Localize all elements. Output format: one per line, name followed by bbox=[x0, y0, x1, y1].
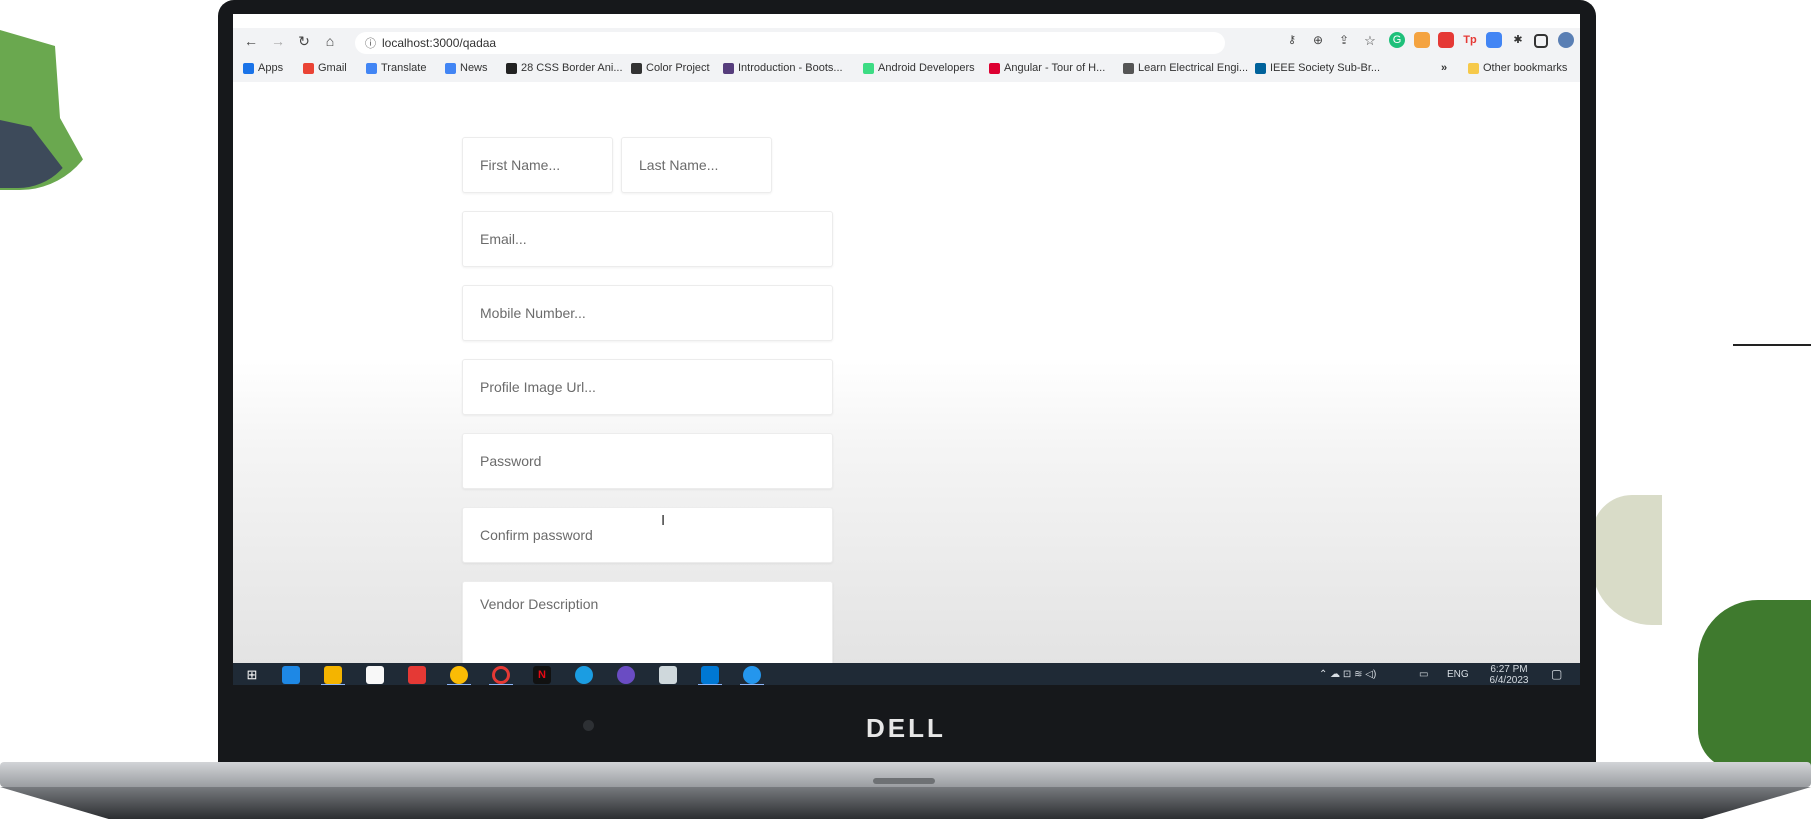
brand-logo: DELL bbox=[866, 713, 946, 743]
share-icon[interactable]: ⇪ bbox=[1335, 33, 1353, 47]
bookmark-css-border[interactable]: 28 CSS Border Ani... bbox=[506, 62, 623, 74]
last-name-field[interactable]: Last Name... bbox=[621, 137, 772, 193]
password-field[interactable]: Password bbox=[462, 433, 833, 489]
translate-icon bbox=[366, 62, 377, 74]
bookmark-gmail[interactable]: Gmail bbox=[303, 62, 347, 74]
bookmark-electrical[interactable]: Learn Electrical Engi... bbox=[1123, 62, 1248, 74]
battery-icon[interactable]: ▭ bbox=[1419, 669, 1428, 680]
clock[interactable]: 6:27 PM 6/4/2023 bbox=[1477, 664, 1541, 685]
angular-icon bbox=[989, 62, 1000, 74]
extension-tp-icon[interactable]: Tp bbox=[1462, 32, 1478, 48]
reload-icon[interactable]: ↻ bbox=[295, 33, 313, 50]
extension-cookie-icon[interactable] bbox=[1414, 32, 1430, 48]
clock-time: 6:27 PM bbox=[1490, 664, 1528, 675]
running-indicator bbox=[321, 684, 345, 685]
menu-kebab-icon[interactable]: ⋮ bbox=[1579, 32, 1580, 49]
address-bar-url: localhost:3000/qadaa bbox=[382, 36, 497, 50]
bookmark-angular[interactable]: Angular - Tour of H... bbox=[989, 62, 1105, 74]
docker-icon[interactable] bbox=[743, 666, 761, 684]
webcam bbox=[583, 720, 594, 731]
bookmark-news[interactable]: News bbox=[445, 62, 488, 74]
decorative-line bbox=[1733, 344, 1811, 346]
opera-icon[interactable] bbox=[492, 666, 510, 684]
bookmarks-overflow[interactable]: » bbox=[1441, 62, 1447, 74]
language-indicator[interactable]: ENG bbox=[1447, 669, 1469, 680]
mobile-number-field[interactable]: Mobile Number... bbox=[462, 285, 833, 341]
address-bar[interactable]: ⓘ localhost:3000/qadaa bbox=[355, 32, 1225, 54]
electrical-icon bbox=[1123, 62, 1134, 74]
laptop-screen: ← → ↻ ⌂ ⓘ localhost:3000/qadaa ⚷ ⊕ ⇪ ☆ G … bbox=[233, 14, 1580, 685]
profile-image-url-field[interactable]: Profile Image Url... bbox=[462, 359, 833, 415]
text-cursor-icon: I bbox=[661, 512, 666, 529]
bookmark-color-project[interactable]: Color Project bbox=[631, 62, 710, 74]
confirm-password-field[interactable]: Confirm password bbox=[462, 507, 833, 563]
email-field[interactable]: Email... bbox=[462, 211, 833, 267]
bookmark-star-icon[interactable]: ☆ bbox=[1361, 33, 1379, 49]
vendor-description-field[interactable]: Vendor Description bbox=[462, 581, 833, 671]
bootstrap-icon bbox=[723, 62, 734, 74]
running-indicator bbox=[447, 684, 471, 685]
laptop-hinge bbox=[873, 778, 935, 784]
bookmark-android[interactable]: Android Developers bbox=[863, 62, 975, 74]
browser-toolbar: ← → ↻ ⌂ ⓘ localhost:3000/qadaa ⚷ ⊕ ⇪ ☆ G … bbox=[233, 28, 1580, 58]
youtube-extension-icon[interactable] bbox=[1438, 32, 1454, 48]
bookmark-bootstrap[interactable]: Introduction - Boots... bbox=[723, 62, 843, 74]
running-indicator bbox=[489, 684, 513, 685]
forward-icon[interactable]: → bbox=[269, 33, 287, 49]
clock-date: 6/4/2023 bbox=[1489, 675, 1529, 685]
mail-icon[interactable] bbox=[282, 666, 300, 684]
home-icon[interactable]: ⌂ bbox=[321, 33, 339, 49]
netflix-icon[interactable]: N bbox=[533, 666, 551, 684]
gift-icon[interactable] bbox=[408, 666, 426, 684]
key-icon[interactable]: ⚷ bbox=[1283, 33, 1301, 46]
extensions-puzzle-icon[interactable]: ✱ bbox=[1510, 32, 1526, 48]
store-icon[interactable] bbox=[366, 666, 384, 684]
bookmark-apps[interactable]: Apps bbox=[243, 62, 283, 74]
profile-avatar[interactable] bbox=[1558, 32, 1574, 48]
apps-grid-icon bbox=[243, 62, 254, 74]
network-app-icon[interactable] bbox=[659, 666, 677, 684]
page-content: First Name... Last Name... Email... Mobi… bbox=[233, 82, 1580, 671]
system-tray-icons[interactable]: ⌃ ☁ ⊡ ≋ ◁) bbox=[1319, 669, 1376, 680]
translate-extension-icon[interactable] bbox=[1486, 32, 1502, 48]
decorative-plant-green bbox=[1698, 600, 1811, 770]
bookmark-translate[interactable]: Translate bbox=[366, 62, 426, 74]
folder-icon bbox=[1468, 62, 1479, 74]
laptop-base-lip bbox=[0, 787, 1811, 819]
notifications-icon[interactable]: ▢ bbox=[1551, 667, 1562, 681]
css-icon bbox=[506, 62, 517, 74]
bookmarks-bar: Apps Gmail Translate News 28 CSS Border … bbox=[233, 58, 1580, 83]
side-panel-icon[interactable] bbox=[1534, 34, 1548, 48]
gmail-icon bbox=[303, 62, 314, 74]
running-indicator bbox=[698, 684, 722, 685]
start-icon[interactable]: ⊞ bbox=[243, 666, 261, 684]
ieee-icon bbox=[1255, 62, 1266, 74]
bookmark-ieee[interactable]: IEEE Society Sub-Br... bbox=[1255, 62, 1380, 74]
chrome-icon[interactable] bbox=[450, 666, 468, 684]
edge-icon[interactable] bbox=[575, 666, 593, 684]
install-icon[interactable]: ⊕ bbox=[1309, 33, 1327, 47]
site-info-icon[interactable]: ⓘ bbox=[365, 38, 376, 50]
back-icon[interactable]: ← bbox=[242, 33, 260, 49]
first-name-field[interactable]: First Name... bbox=[462, 137, 613, 193]
windows-taskbar: ⊞ N ⌃ ☁ ⊡ ≋ ◁) ▭ ENG 6:27 PM 6/4/2023 ▢ bbox=[233, 663, 1580, 685]
decorative-plant-pale bbox=[1592, 495, 1662, 625]
globe-icon bbox=[631, 62, 642, 74]
file-explorer-icon[interactable] bbox=[324, 666, 342, 684]
app-icon[interactable] bbox=[617, 666, 635, 684]
grammarly-icon[interactable]: G bbox=[1389, 32, 1405, 48]
news-icon bbox=[445, 62, 456, 74]
vscode-icon[interactable] bbox=[701, 666, 719, 684]
other-bookmarks[interactable]: Other bookmarks bbox=[1468, 62, 1567, 74]
running-indicator bbox=[740, 684, 764, 685]
android-icon bbox=[863, 62, 874, 74]
